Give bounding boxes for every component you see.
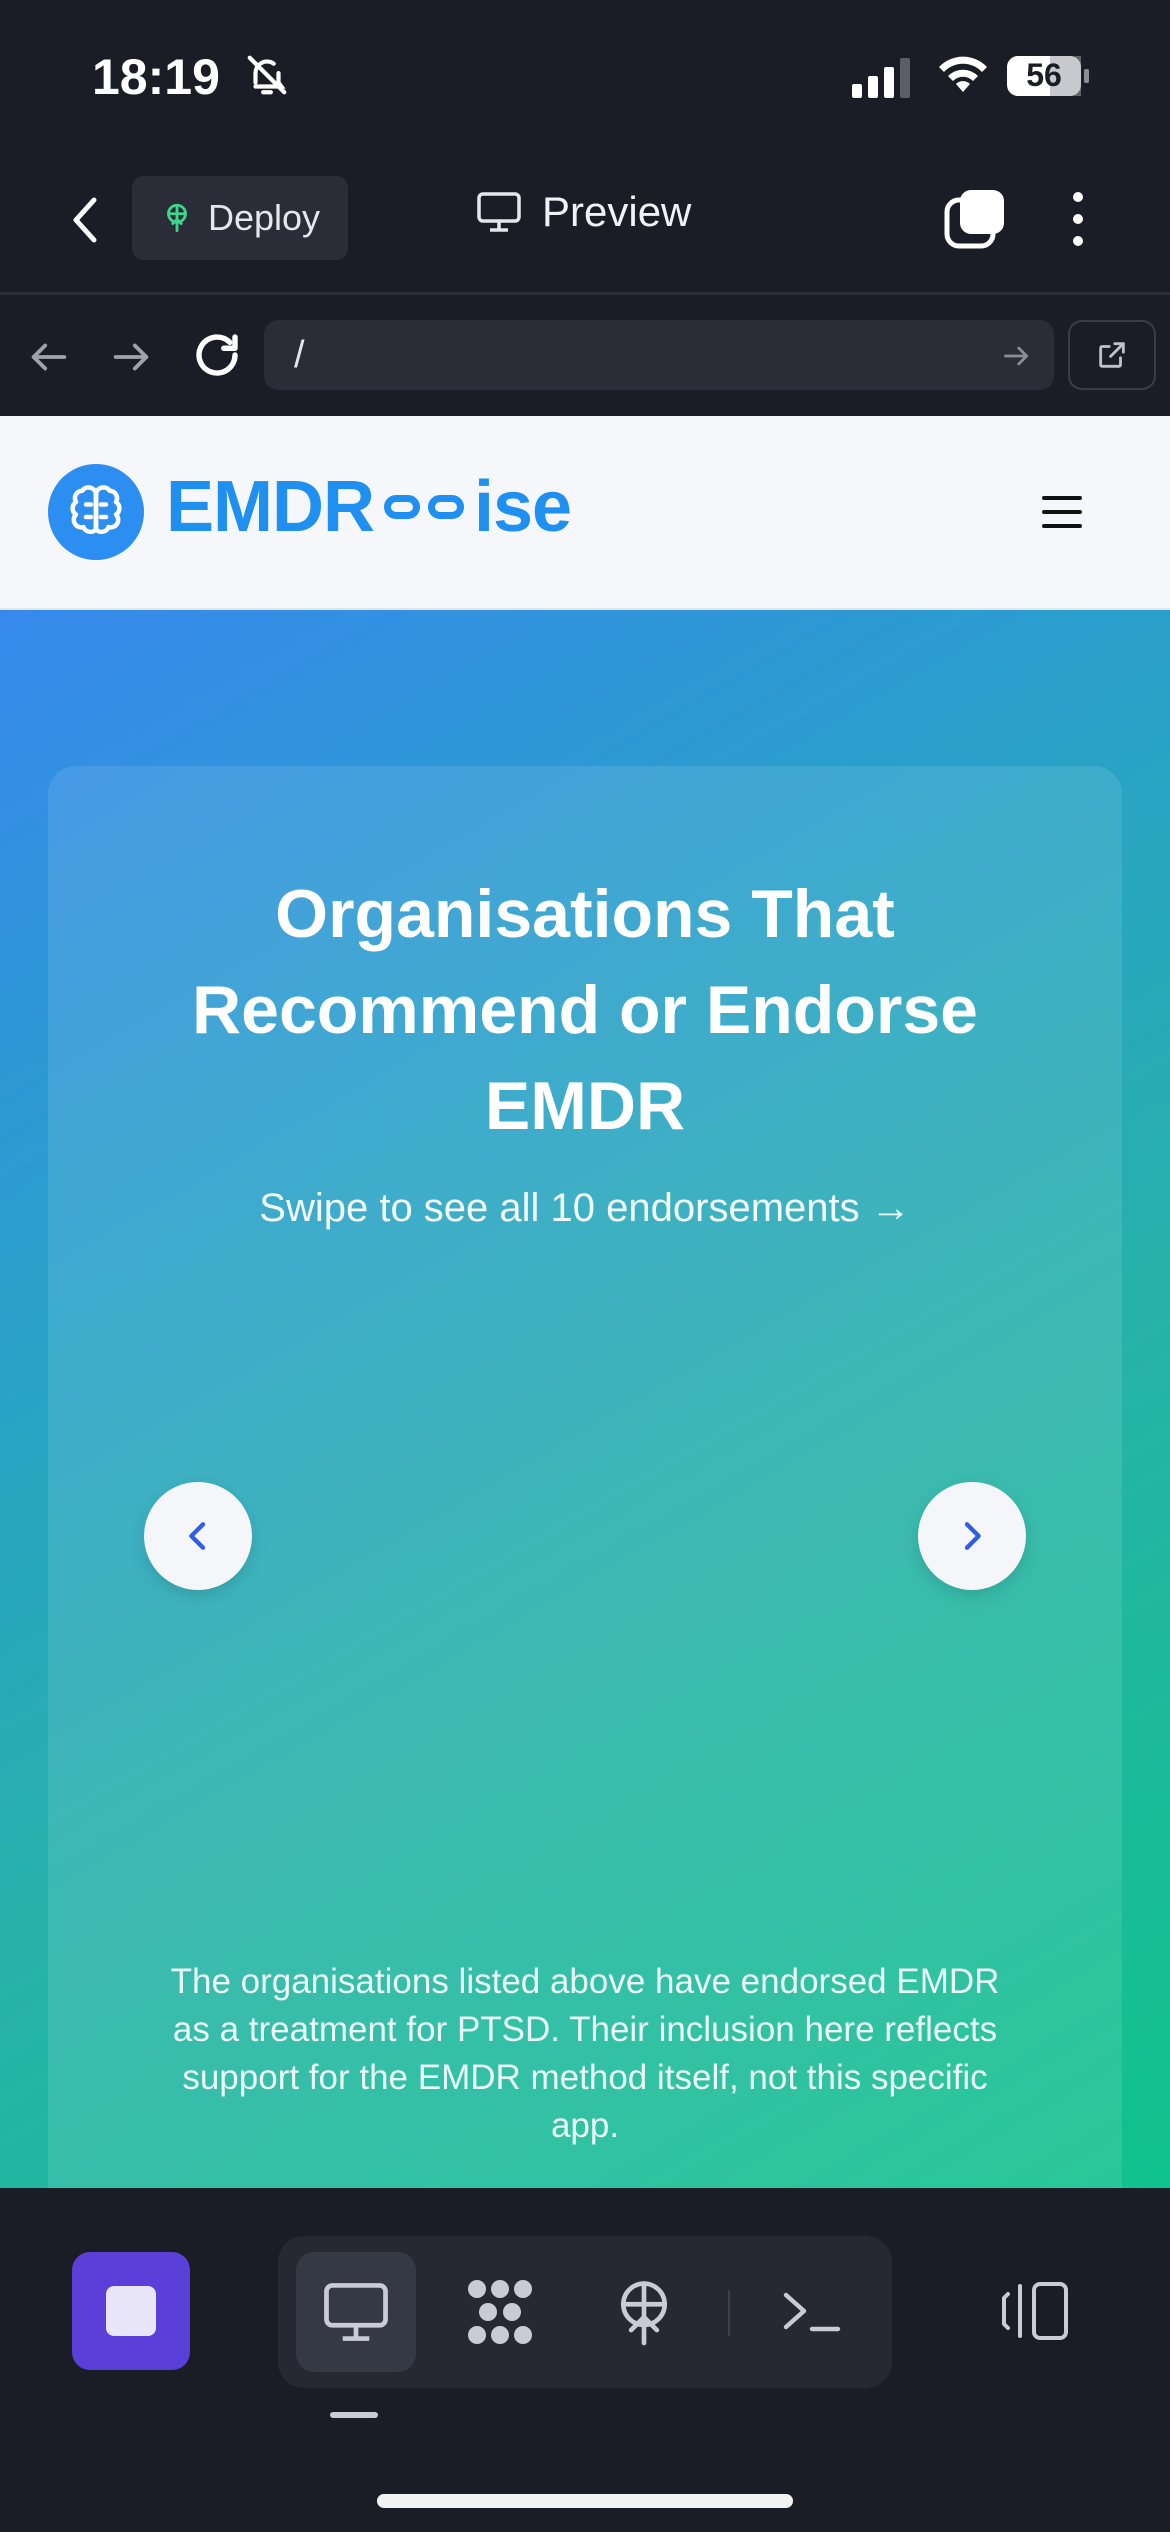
- packages-tool-button[interactable]: [440, 2252, 560, 2372]
- more-options-icon[interactable]: [1060, 186, 1096, 252]
- carousel-prev-button[interactable]: [144, 1482, 252, 1590]
- battery-indicator: 56: [1006, 54, 1090, 98]
- nav-forward-arrow-icon[interactable]: [108, 334, 154, 380]
- eyes-icon: [384, 495, 464, 519]
- deploy-tool-button[interactable]: [584, 2252, 704, 2372]
- tool-divider: [728, 2290, 730, 2336]
- web-preview: EMDR ise Organisations That Recommend or…: [0, 416, 1170, 2188]
- monitor-icon: [477, 192, 521, 232]
- reload-icon[interactable]: [190, 328, 244, 382]
- url-text: /: [294, 334, 305, 376]
- brand-prefix: EMDR: [166, 467, 375, 547]
- hero-subtitle: Swipe to see all 10 endorsements →: [259, 1186, 911, 1230]
- brand-wordmark[interactable]: EMDR ise: [166, 466, 572, 548]
- status-bar: 18:19 56: [0, 0, 1170, 150]
- site-header: EMDR ise: [0, 416, 1170, 610]
- home-indicator[interactable]: [377, 2494, 793, 2508]
- monitor-icon: [324, 2283, 388, 2341]
- brain-logo-icon[interactable]: [48, 464, 144, 560]
- preview-title: Preview: [476, 188, 691, 236]
- nav-back-arrow-icon[interactable]: [26, 334, 72, 380]
- stop-button[interactable]: [72, 2252, 190, 2370]
- bottom-dock: [0, 2188, 1170, 2532]
- url-bar: /: [0, 298, 1170, 416]
- chevron-right-icon: [964, 1522, 981, 1550]
- cellular-signal-icon: [852, 58, 910, 98]
- endorsement-disclaimer: The organisations listed above have endo…: [170, 1962, 1000, 2145]
- preview-tool-button[interactable]: [296, 2252, 416, 2372]
- url-input[interactable]: /: [264, 320, 1054, 390]
- back-chevron-icon[interactable]: [60, 190, 110, 250]
- deploy-icon: [621, 2281, 667, 2346]
- terminal-icon: [783, 2292, 841, 2332]
- endorsements-card: Organisations That Recommend or Endorse …: [48, 766, 1122, 2188]
- tool-switcher: [278, 2236, 892, 2388]
- hero-title: Organisations That Recommend or Endorse …: [192, 876, 978, 1144]
- deploy-button[interactable]: Deploy: [132, 176, 348, 260]
- deploy-icon: [167, 203, 187, 233]
- app-toolbar: Deploy Preview: [0, 150, 1170, 295]
- tabs-icon[interactable]: [944, 188, 1006, 250]
- split-view-icon[interactable]: [1000, 2278, 1072, 2344]
- bell-muted-icon: [247, 55, 287, 95]
- status-time: 18:19: [92, 49, 220, 105]
- terminal-tool-button[interactable]: [752, 2252, 872, 2372]
- chevron-left-icon: [189, 1522, 206, 1550]
- hamburger-menu-icon[interactable]: [1042, 496, 1082, 528]
- stop-icon: [106, 2286, 156, 2336]
- preview-label: Preview: [542, 188, 692, 235]
- carousel-next-button[interactable]: [918, 1482, 1026, 1590]
- brand-suffix: ise: [474, 467, 572, 547]
- wifi-icon: [939, 56, 987, 92]
- go-arrow-icon[interactable]: [1000, 340, 1032, 372]
- open-external-button[interactable]: [1068, 320, 1156, 390]
- active-tool-indicator: [330, 2412, 378, 2418]
- external-link-icon: [1099, 342, 1125, 368]
- deploy-label: Deploy: [208, 197, 321, 238]
- packages-icon: [468, 2280, 532, 2344]
- battery-level: 56: [1026, 57, 1062, 93]
